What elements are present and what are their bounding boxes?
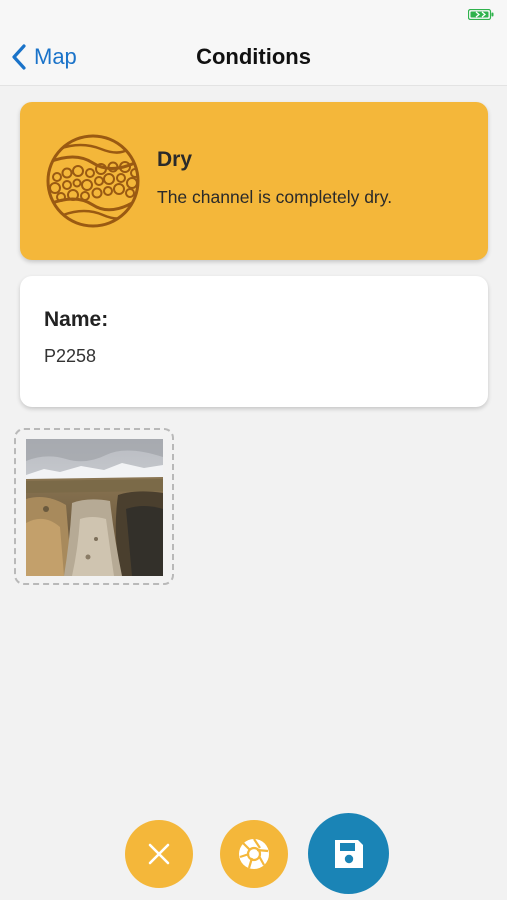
photo-thumbnail[interactable] xyxy=(26,439,163,576)
photo-image xyxy=(26,439,163,576)
conditions-screen: Map Conditions Dry The channel is comple… xyxy=(0,0,507,900)
status-bar xyxy=(0,0,507,28)
name-value: P2258 xyxy=(44,346,97,366)
save-icon xyxy=(334,839,363,868)
close-icon xyxy=(148,843,170,865)
cancel-button[interactable] xyxy=(125,820,193,888)
page-title: Conditions xyxy=(196,44,311,69)
condition-description: The channel is completely dry. xyxy=(157,187,393,207)
save-button[interactable] xyxy=(308,813,389,894)
battery-icon xyxy=(468,9,494,20)
name-card[interactable]: Name: P2258 xyxy=(20,276,488,407)
camera-button[interactable] xyxy=(220,820,288,888)
dry-channel-icon xyxy=(46,134,140,228)
condition-title: Dry xyxy=(157,148,193,171)
camera-shutter-icon xyxy=(239,838,269,869)
navigation-bar: Map Conditions xyxy=(0,28,507,86)
condition-card[interactable]: Dry The channel is completely dry. xyxy=(20,102,488,260)
photo-slot[interactable] xyxy=(14,428,174,585)
name-label: Name: xyxy=(44,308,109,331)
